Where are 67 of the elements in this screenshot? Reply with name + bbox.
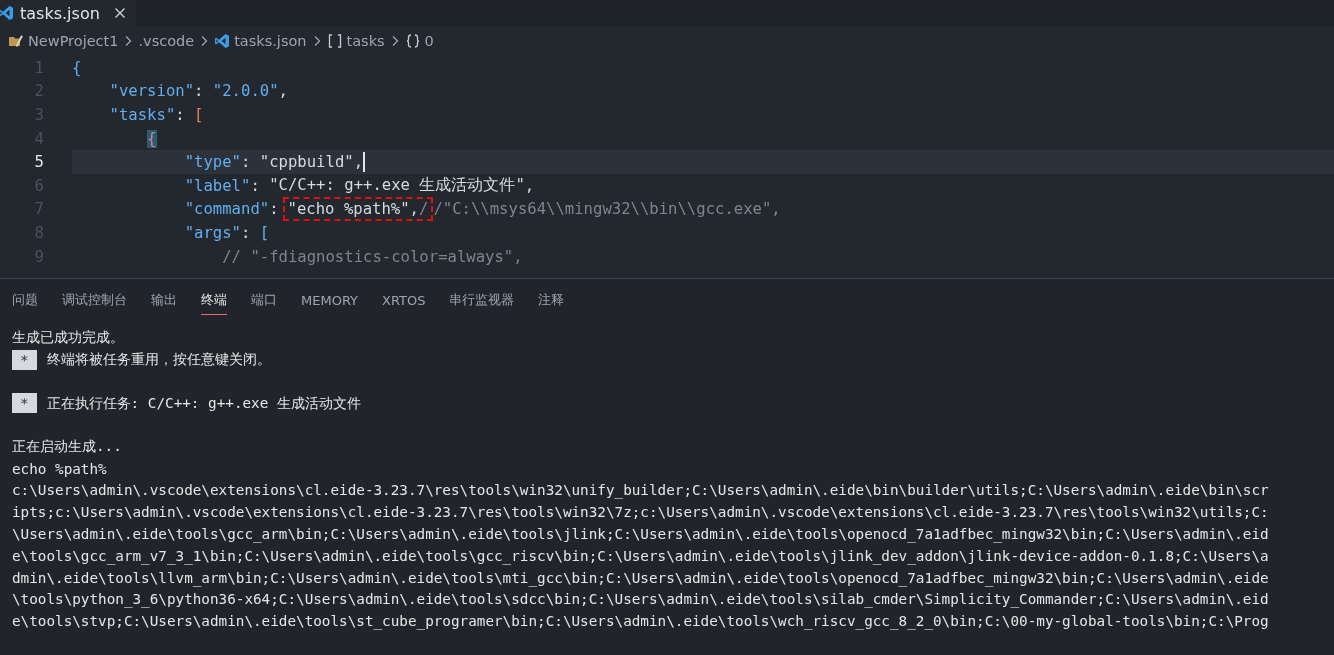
code-token: , bbox=[524, 176, 535, 195]
panel-tab[interactable]: 调试控制台 bbox=[62, 285, 127, 315]
code-token: : bbox=[194, 82, 205, 101]
code-token: : bbox=[269, 200, 279, 219]
terminal-output-line: \Users\admin\.eide\tools\gcc_arm\bin;C:\Users\admin\.eide\tools\jlink;C:\Users\admin\.eide\tools\openocd_7a1adfbec_mingw32\bin;C:\Users\admin\.eid bbox=[12, 526, 1269, 543]
code-token: { bbox=[146, 129, 157, 148]
code-comment: /"C:\\msys64\\mingw32\\bin\\gcc.exe", bbox=[433, 200, 781, 219]
panel-tab[interactable]: 输出 bbox=[151, 285, 177, 315]
terminal-output-line: ipts;c:\Users\admin\.vscode\extensions\cl.eide-3.23.7\res\tools\win32\7z;c:\Users\admin\.vscode\extensions\cl.eide-3.23.7\res\tools\win32\utils;C: bbox=[12, 504, 1269, 521]
code-token: : bbox=[175, 106, 186, 124]
close-icon[interactable] bbox=[113, 7, 126, 19]
terminal-badge: * bbox=[12, 349, 37, 370]
terminal-output-line: e\tools\stvp;C:\Users\admin\.eide\tools\st_cube_programer\bin;C:\Users\admin\.eide\tools\wch_riscv_gcc_8_2_0\bin;C:\00-my-global-tools\bin;C:\Prog bbox=[12, 613, 1269, 630]
code-token: "cppbuild" bbox=[259, 153, 354, 172]
breadcrumb-item[interactable]: 0 bbox=[404, 33, 434, 49]
braces-icon bbox=[404, 33, 421, 49]
terminal-output-line: c:\Users\admin\.vscode\extensions\cl.eide-3.23.7\res\tools\win32\unify_builder;C:\Users\admin\.eide\bin\builder\utils;C:\Users\admin\.eide\bin\scr bbox=[12, 482, 1269, 499]
code-token: : bbox=[241, 153, 252, 172]
folder-icon bbox=[8, 34, 24, 48]
code-token: "args" bbox=[183, 223, 241, 242]
terminal-badge: * bbox=[12, 393, 37, 414]
terminal-output-line: 生成已成功完成。 bbox=[12, 328, 124, 348]
chevron-right-icon bbox=[124, 35, 133, 47]
panel-tab[interactable]: MEMORY bbox=[301, 286, 359, 314]
terminal-output-line: 正在执行任务: C/C++: g++.exe 生成活动文件 bbox=[46, 393, 361, 413]
chevron-right-icon bbox=[312, 35, 321, 47]
terminal-output-line: 终端将被任务重用，按任意键关闭。 bbox=[46, 350, 271, 370]
terminal-output-line: 正在启动生成... bbox=[12, 437, 122, 457]
breadcrumb-item[interactable]: tasks bbox=[326, 33, 385, 49]
code-token: "command" bbox=[183, 200, 270, 219]
code-token: "version" bbox=[108, 82, 195, 101]
code-token: "C/C++: g++.exe 生成活动文件" bbox=[269, 175, 525, 197]
brackets-icon bbox=[326, 33, 343, 49]
panel-tab[interactable]: 注释 bbox=[538, 285, 565, 315]
panel-tab[interactable]: 串行监视器 bbox=[449, 285, 515, 315]
breadcrumb-item[interactable]: NewProject1 bbox=[8, 33, 119, 49]
chevron-right-icon bbox=[390, 35, 399, 47]
terminal-output-line: echo %path% bbox=[12, 460, 107, 477]
tab-label: tasks.json bbox=[20, 3, 100, 23]
panel-tab[interactable]: 问题 bbox=[12, 285, 38, 315]
terminal-output-line: e\tools\gcc_arm_v7_3_1\bin;C:\Users\admin\.eide\tools\gcc_riscv\bin;C:\Users\admin\.eide\tools\jlink_dev_addon\jlink-device-addon-0.1.8;C:\Users\a bbox=[12, 547, 1269, 564]
code-token: : bbox=[250, 176, 261, 195]
code-token: , bbox=[278, 82, 288, 101]
editor-tab[interactable]: tasks.json bbox=[0, 0, 136, 26]
text-cursor bbox=[363, 152, 366, 173]
code-token: "2.0.0" bbox=[212, 82, 279, 101]
vscode-logo-icon bbox=[0, 5, 14, 21]
dashed-highlight-box: "echo %path%",/ bbox=[282, 197, 434, 222]
code-token: [ bbox=[194, 106, 204, 124]
code-token: "tasks" bbox=[108, 106, 176, 124]
code-token: "label" bbox=[183, 176, 251, 195]
terminal-output-line: dmin\.eide\tools\llvm_arm\bin;C:\Users\admin\.eide\tools\mti_gcc\bin;C:\Users\admin\.eide\tools\openocd_7a1adfbec_mingw32\bin;C:\Users\admin\.eide bbox=[12, 569, 1269, 586]
code-token: : bbox=[241, 223, 252, 242]
terminal-output-line: \tools\python_3_6\python36-x64;C:\Users\admin\.eide\tools\sdcc\bin;C:\Users\admin\.eide\tools\silab_cmder\Simplicity_Commander;C:\Users\admin\.eid bbox=[12, 591, 1269, 608]
line-number: 5 bbox=[33, 153, 44, 172]
code-token: { bbox=[72, 58, 82, 77]
code-token: "type" bbox=[183, 153, 241, 172]
breadcrumb-item[interactable]: .vscode bbox=[138, 33, 195, 49]
vscode-logo-icon bbox=[214, 33, 231, 49]
panel-tab[interactable]: XRTOS bbox=[382, 286, 426, 314]
panel-tab[interactable]: 终端 bbox=[201, 285, 227, 315]
panel-tab[interactable]: 端口 bbox=[251, 285, 277, 315]
code-token: , bbox=[353, 153, 364, 172]
code-token: [ bbox=[259, 223, 270, 242]
breadcrumb-item[interactable]: tasks.json bbox=[214, 33, 307, 49]
chevron-right-icon bbox=[200, 35, 209, 47]
code-comment: // "-fdiagnostics-color=always", bbox=[221, 247, 523, 266]
